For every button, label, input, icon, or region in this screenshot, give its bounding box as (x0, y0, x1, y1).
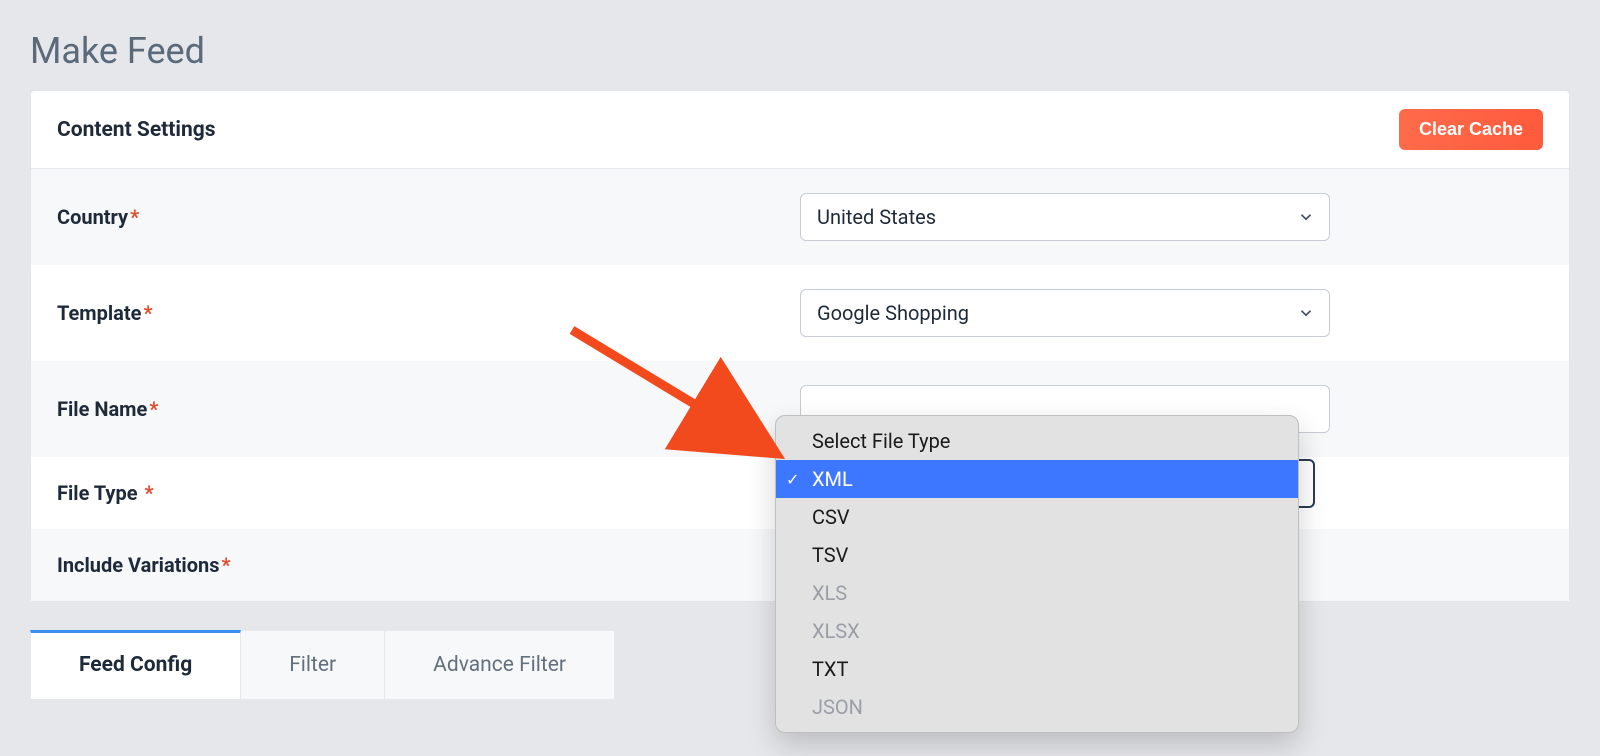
file-type-dropdown: Select File Type ✓ XML CSV TSV XLS XLSX … (775, 415, 1299, 733)
file-name-label: File Name* (57, 397, 800, 421)
panel-heading: Content Settings (57, 118, 216, 142)
include-variations-label-text: Include Variations (57, 553, 219, 577)
file-type-option-txt[interactable]: TXT (776, 650, 1298, 688)
option-label: JSON (812, 695, 863, 719)
clear-cache-button[interactable]: Clear Cache (1399, 109, 1543, 150)
file-type-dropdown-header: Select File Type (776, 422, 1298, 460)
file-type-option-tsv[interactable]: TSV (776, 536, 1298, 574)
template-value: Google Shopping (817, 301, 969, 325)
chevron-down-icon (1297, 208, 1315, 226)
country-select[interactable]: United States (800, 193, 1330, 241)
option-label: XLS (812, 581, 847, 605)
template-select[interactable]: Google Shopping (800, 289, 1330, 337)
country-row: Country* United States (31, 169, 1569, 265)
tab-filter[interactable]: Filter (241, 630, 385, 699)
template-control: Google Shopping (800, 289, 1543, 337)
tab-feed-config[interactable]: Feed Config (30, 630, 241, 699)
file-type-option-csv[interactable]: CSV (776, 498, 1298, 536)
option-label: TXT (812, 657, 848, 681)
file-type-option-json: JSON (776, 688, 1298, 726)
include-variations-label: Include Variations* (57, 553, 800, 577)
required-marker: * (130, 205, 139, 229)
template-label: Template* (57, 301, 800, 325)
chevron-down-icon (1297, 304, 1315, 322)
file-type-option-xlsx: XLSX (776, 612, 1298, 650)
required-marker: * (143, 301, 152, 325)
country-value: United States (817, 205, 936, 229)
country-label: Country* (57, 205, 800, 229)
option-label: CSV (812, 505, 850, 529)
option-label: XLSX (812, 619, 860, 643)
file-type-option-xls: XLS (776, 574, 1298, 612)
check-icon: ✓ (786, 470, 799, 489)
file-type-label: File Type * (57, 481, 800, 505)
required-marker: * (221, 553, 230, 577)
option-label: XML (812, 467, 853, 491)
required-marker: * (145, 481, 154, 505)
country-label-text: Country (57, 205, 128, 229)
required-marker: * (149, 397, 158, 421)
file-type-label-text: File Type (57, 481, 138, 505)
tab-advance-filter[interactable]: Advance Filter (385, 630, 615, 699)
page-title: Make Feed (0, 0, 1600, 90)
template-label-text: Template (57, 301, 141, 325)
file-name-label-text: File Name (57, 397, 147, 421)
country-control: United States (800, 193, 1543, 241)
option-label: TSV (812, 543, 848, 567)
file-type-option-xml[interactable]: ✓ XML (776, 460, 1298, 498)
template-row: Template* Google Shopping (31, 265, 1569, 361)
panel-header: Content Settings Clear Cache (31, 91, 1569, 169)
